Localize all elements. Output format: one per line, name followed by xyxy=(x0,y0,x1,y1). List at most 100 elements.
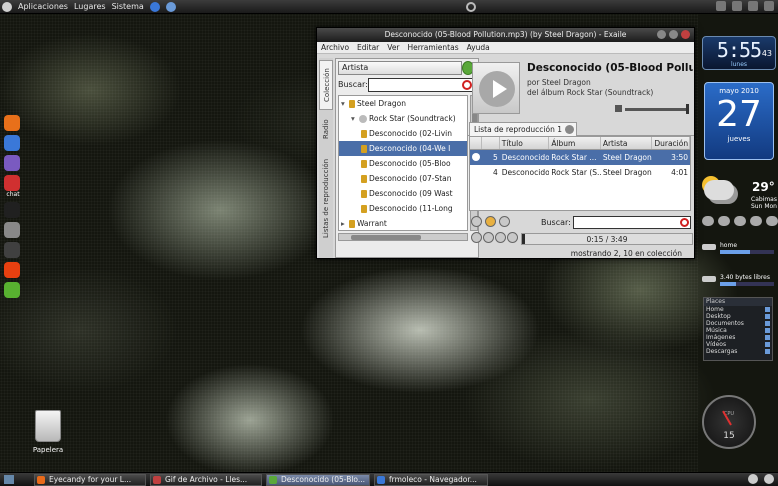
taskbar-button[interactable]: Eyecandy for your L... xyxy=(34,474,146,486)
previous-icon[interactable] xyxy=(471,232,482,243)
places-item[interactable]: Desktop xyxy=(704,313,772,320)
tab-radio[interactable]: Radio xyxy=(319,114,333,144)
collection-search-input[interactable] xyxy=(368,78,474,92)
browser-launcher-icon[interactable] xyxy=(149,1,160,12)
places-item[interactable]: Música xyxy=(704,327,772,334)
cloud-icon xyxy=(704,180,734,200)
artist-icon xyxy=(349,220,355,228)
pidgin-icon[interactable] xyxy=(4,155,20,171)
tab-playlist-1[interactable]: Lista de reproducción 1 xyxy=(469,122,577,136)
collapse-icon[interactable]: ▾ xyxy=(341,96,349,111)
col-number[interactable]: # xyxy=(482,137,500,149)
tree-track[interactable]: Desconocido (02-Livin xyxy=(339,126,467,141)
tree-artist[interactable]: ▸ Warrant xyxy=(339,216,467,230)
dynamic-icon[interactable] xyxy=(485,216,496,227)
stop-icon[interactable] xyxy=(507,232,518,243)
help-icon[interactable] xyxy=(165,1,176,12)
menu-herramientas[interactable]: Herramientas xyxy=(408,43,459,52)
places-item[interactable]: Imágenes xyxy=(704,334,772,341)
music-note-icon xyxy=(361,160,367,168)
center-handle-icon[interactable] xyxy=(466,2,476,12)
trash-applet-icon[interactable] xyxy=(748,474,758,484)
volume-slider[interactable] xyxy=(625,104,689,114)
tree-track[interactable]: Desconocido (05-Bloo xyxy=(339,156,467,171)
col-album[interactable]: Álbum xyxy=(549,137,601,149)
tab-listas[interactable]: Listas de reproducción xyxy=(319,148,333,248)
tree-track[interactable]: Desconocido (04-We I xyxy=(339,141,467,156)
ubuntu-icon[interactable] xyxy=(4,262,20,278)
menu-system[interactable]: Sistema xyxy=(112,2,144,11)
cell-duration: 3:50 xyxy=(671,153,688,162)
shuffle-icon[interactable] xyxy=(499,216,510,227)
power-icon[interactable] xyxy=(764,1,774,11)
close-tab-icon[interactable] xyxy=(565,125,574,134)
col-artist[interactable]: Artista xyxy=(601,137,653,149)
maximize-icon[interactable] xyxy=(669,30,678,39)
forecast-icons xyxy=(702,216,778,226)
messenger-icon[interactable] xyxy=(4,135,20,151)
menu-editar[interactable]: Editar xyxy=(357,43,379,52)
notes-icon[interactable] xyxy=(4,282,20,298)
music-icon[interactable] xyxy=(4,242,20,258)
col-playing[interactable] xyxy=(470,137,482,149)
menu-ayuda[interactable]: Ayuda xyxy=(467,43,490,52)
cpu-value: 15 xyxy=(723,431,735,441)
tree-track[interactable]: Desconocido (07-Stan xyxy=(339,171,467,186)
lock-icon[interactable] xyxy=(4,222,20,238)
skype-icon[interactable] xyxy=(4,202,20,218)
show-desktop-icon[interactable] xyxy=(4,475,14,484)
window-titlebar[interactable]: Desconocido (05-Blood Pollution.mp3) (by… xyxy=(317,28,694,42)
player-panel: Desconocido (05-Blood Pollution. por Ste… xyxy=(467,58,694,258)
menu-applications[interactable]: Aplicaciones xyxy=(18,2,68,11)
menu-archivo[interactable]: Archivo xyxy=(321,43,349,52)
minimize-icon[interactable] xyxy=(657,30,666,39)
volume-knob[interactable] xyxy=(686,104,689,114)
firefox-icon[interactable] xyxy=(4,115,20,131)
playlist-row[interactable]: 5 Desconocido Rock Star ... Steel Dragon 3:5… xyxy=(470,150,690,165)
now-playing-artist: por Steel Dragon xyxy=(527,78,591,87)
close-icon[interactable] xyxy=(681,30,690,39)
chat-icon[interactable] xyxy=(4,175,20,191)
tree-album[interactable]: ▾ Rock Star (Soundtrack) xyxy=(339,111,467,126)
taskbar-button[interactable]: Gif de Archivo - Lles... xyxy=(150,474,262,486)
collection-view-combo[interactable]: Artista xyxy=(338,61,462,75)
ubuntu-logo-icon[interactable] xyxy=(2,1,12,12)
menu-ver[interactable]: Ver xyxy=(387,43,399,52)
drive-icon xyxy=(702,244,716,250)
taskbar-button[interactable]: Desconocido (05-Blo... xyxy=(266,474,370,486)
network-icon[interactable] xyxy=(716,1,726,11)
tree-artist[interactable]: ▾ Steel Dragon xyxy=(339,96,467,111)
tree-horizontal-scrollbar[interactable] xyxy=(338,233,468,241)
collapse-icon[interactable]: ▾ xyxy=(351,111,359,126)
trash-desktop-icon[interactable]: Papelera xyxy=(30,410,66,454)
tree-label: Desconocido (05-Bloo xyxy=(369,159,451,168)
playlist-search-input[interactable] xyxy=(573,216,691,229)
clear-playlist-search-icon[interactable] xyxy=(680,218,689,227)
next-icon[interactable] xyxy=(495,232,506,243)
mail-icon[interactable] xyxy=(732,1,742,11)
playlist-row[interactable]: 4 Desconocido Rock Star (S... Steel Dragon 4… xyxy=(470,165,690,180)
places-item[interactable]: Documentos xyxy=(704,320,772,327)
places-item[interactable]: Vídeos xyxy=(704,341,772,348)
places-item[interactable]: Home xyxy=(704,306,772,313)
taskbar-button[interactable]: frmoleco - Navegador... xyxy=(374,474,488,486)
weather-temperature: 29° xyxy=(752,180,775,194)
tab-coleccion[interactable]: Colección xyxy=(319,60,333,110)
repeat-icon[interactable] xyxy=(471,216,482,227)
play-pause-icon[interactable] xyxy=(483,232,494,243)
col-duration[interactable]: Duración xyxy=(652,137,691,149)
col-title[interactable]: Título xyxy=(500,137,550,149)
expand-icon[interactable]: ▸ xyxy=(341,216,349,230)
music-note-icon xyxy=(361,205,367,213)
places-item[interactable]: Descargas xyxy=(704,348,772,355)
menu-places[interactable]: Lugares xyxy=(74,2,106,11)
tree-track[interactable]: Desconocido (09 Wast xyxy=(339,186,467,201)
workspace-switcher-icon[interactable] xyxy=(764,474,774,484)
app-icon xyxy=(37,476,45,484)
tree-track[interactable]: Desconocido (11-Long xyxy=(339,201,467,216)
album-art[interactable] xyxy=(472,62,520,114)
exaile-window: Desconocido (05-Blood Pollution.mp3) (by… xyxy=(316,27,695,259)
volume-icon[interactable] xyxy=(748,1,758,11)
clock-widget: 5:55 43 lunes xyxy=(702,36,776,70)
seek-bar[interactable]: 0:15 / 3:49 xyxy=(521,233,693,245)
